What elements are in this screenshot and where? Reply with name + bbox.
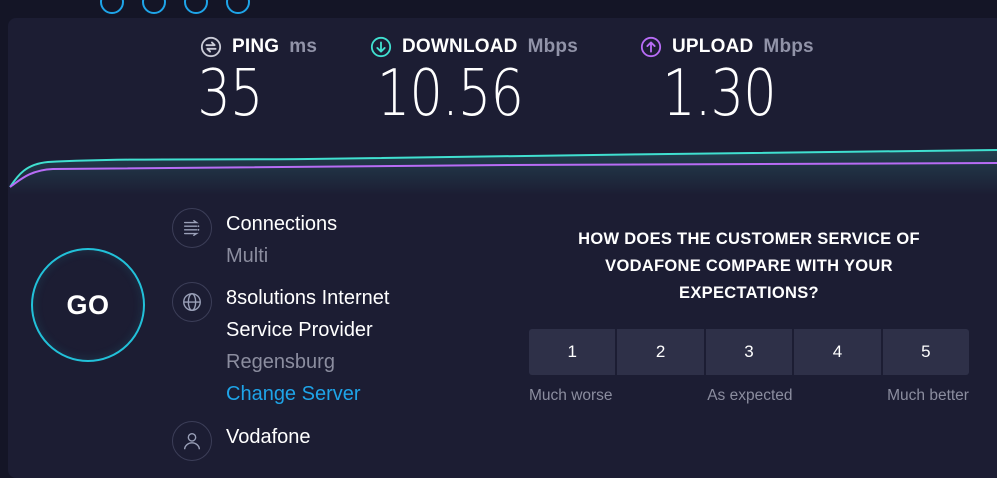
download-arrow-icon	[370, 36, 392, 58]
server-row: 8solutions Internet Service Provider Reg…	[172, 282, 389, 410]
globe-icon	[172, 282, 212, 322]
download-value: 10.56	[376, 57, 524, 131]
survey-question-line: EXPECTATIONS?	[679, 284, 819, 302]
server-location: Regensburg	[226, 351, 335, 373]
user-icon	[172, 421, 212, 461]
ping-icon	[200, 36, 222, 58]
scale-low-label: Much worse	[529, 387, 613, 404]
provider-row: Vodafone	[172, 421, 311, 461]
server-name-line1: 8solutions Internet	[226, 287, 390, 309]
connections-row: Connections Multi	[172, 208, 337, 272]
survey-panel: HOW DOES THE CUSTOMER SERVICE OF VODAFON…	[529, 226, 970, 405]
upload-label: UPLOAD	[672, 36, 754, 57]
nav-dot[interactable]	[100, 0, 124, 14]
rating-scale: 1 2 3 4 5	[529, 329, 970, 375]
download-unit: Mbps	[527, 36, 578, 57]
ping-unit: ms	[289, 36, 318, 57]
connections-title: Connections	[226, 213, 338, 235]
survey-question-line: VODAFONE COMPARE WITH YOUR	[605, 257, 893, 275]
nav-dot[interactable]	[184, 0, 208, 14]
download-metric: DOWNLOAD Mbps 10.56	[370, 36, 595, 126]
ping-value: 35	[197, 57, 263, 131]
speed-graph	[9, 149, 997, 195]
top-nav-dots	[100, 0, 250, 14]
nav-dot[interactable]	[226, 0, 250, 14]
go-button[interactable]: GO	[31, 248, 145, 362]
ping-label: PING	[232, 36, 280, 57]
rating-option-1[interactable]: 1	[529, 329, 618, 375]
rating-option-3[interactable]: 3	[705, 329, 795, 375]
upload-value: 1.30	[662, 57, 776, 131]
survey-question-line: HOW DOES THE CUSTOMER SERVICE OF	[578, 230, 920, 248]
server-name-line2: Service Provider	[226, 319, 373, 341]
change-server-link[interactable]: Change Server	[226, 378, 389, 410]
rating-option-5[interactable]: 5	[882, 329, 970, 375]
survey-question: HOW DOES THE CUSTOMER SERVICE OF VODAFON…	[529, 226, 969, 307]
upload-metric: UPLOAD Mbps 1.30	[640, 36, 830, 126]
provider-name: Vodafone	[226, 426, 311, 448]
nav-dot[interactable]	[142, 0, 166, 14]
download-label: DOWNLOAD	[402, 36, 518, 57]
connections-value[interactable]: Multi	[226, 240, 337, 272]
upload-unit: Mbps	[763, 36, 814, 57]
scale-high-label: Much better	[887, 387, 969, 404]
scale-mid-label: As expected	[707, 387, 793, 404]
rating-option-4[interactable]: 4	[794, 329, 883, 375]
rating-option-2[interactable]: 2	[617, 329, 706, 375]
connections-icon	[172, 208, 212, 248]
upload-arrow-icon	[640, 36, 662, 58]
ping-metric: PING ms 35	[197, 36, 320, 126]
